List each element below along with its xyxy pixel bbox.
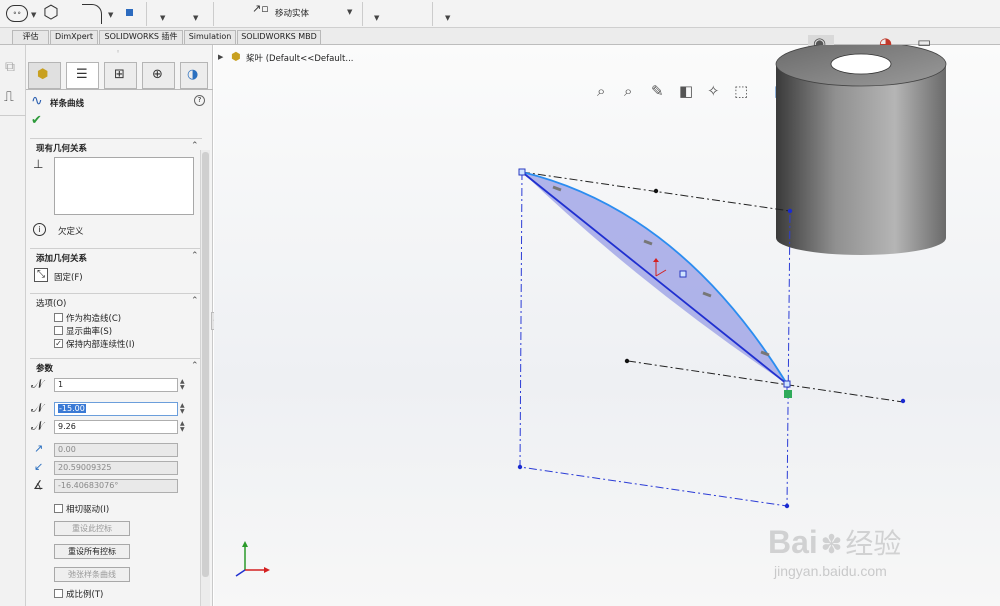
tab-property-manager[interactable]: ☰ [66,62,99,89]
fixed-relation-button[interactable]: 固定(F) [54,271,83,283]
tab-simulation[interactable]: Simulation [184,30,236,44]
tangent-angle-icon: ∡ [33,478,44,492]
relations-listbox[interactable] [54,157,194,215]
paw-icon: ✽ [820,530,843,560]
list-icon: ☰ [76,67,88,82]
tangent-driving-label: 相切驱动(I) [66,505,110,515]
chevron-down-icon[interactable]: ▼ [160,14,165,22]
tangent-driving-checkbox[interactable] [54,504,63,513]
property-manager: ◦ ⬢ ☰ ⊞ ⊕ ◑ ∿ 样条曲线 ? ✔ 现有几何关系 ⌃ ⊥ i 欠定义 … [26,45,213,606]
show-curvature-checkbox[interactable] [54,326,63,335]
existing-relations-section: 现有几何关系 ⌃ ⊥ i 欠定义 [30,138,202,238]
tab-evaluate[interactable]: 评估 [12,30,49,44]
y-coordinate-icon: 𝒩 [31,419,44,434]
move-solid-icon[interactable]: ↗▫ [252,2,269,15]
spline-point-number-icon: 𝒩 [31,377,44,392]
fix-relation-icon[interactable]: ⤡ [34,268,48,282]
fillet-icon[interactable] [82,4,102,24]
tangent-weight-field[interactable]: 0.00 [54,443,178,457]
options-section: 选项(O) ⌃ 作为构造线(C) 显示曲率(S) ✓ 保持内部连续性(I) [30,293,202,350]
internal-continuity-checkbox[interactable]: ✓ [54,339,63,348]
tangent-radius-icon: ↙ [34,460,44,473]
construction-checkbox[interactable] [54,313,63,322]
info-icon: i [33,223,46,236]
move-solid-button[interactable]: 移动实体 [275,7,309,19]
x-coordinate-field[interactable]: -15.00 [54,402,178,416]
collapse-icon[interactable]: ⌃ [191,251,199,261]
command-toolbar: ∘∘ ▼ ⬡ ▼ ▼ ▼ ↗▫ 移动实体 ▼ ▼ ▼ [0,0,1000,28]
watermark-brand-cn: 经验 [845,527,902,560]
collapse-icon[interactable]: ⌃ [191,141,199,151]
command-tabs: 评估 DimXpert SOLIDWORKS 插件 Simulation SOL… [0,28,1000,45]
display-icon: ◑ [187,67,199,82]
tab-addins[interactable]: SOLIDWORKS 插件 [99,30,183,44]
tab-dimxpert[interactable]: DimXpert [50,30,98,44]
chevron-down-icon[interactable]: ▼ [374,14,379,22]
panel-scrollbar[interactable] [200,150,210,606]
crosshair-icon: ⊕ [152,67,163,82]
chevron-down-icon[interactable]: ▼ [347,8,352,16]
spinner-icon[interactable]: ▲ ▼ [180,421,185,433]
reset-all-handles-button[interactable]: 重设所有控标 [54,544,130,559]
proportional-label: 成比例(T) [66,590,104,600]
section-title: 添加几何关系 [36,254,88,264]
tangent-radius-field[interactable]: 20.59009325 [54,461,178,475]
sketch-profile-icon[interactable]: ⎍ [4,89,14,105]
help-icon[interactable]: ? [194,95,205,106]
x-coordinate-icon: 𝒩 [31,401,44,416]
triad-axes-icon [235,541,270,577]
x-value: -15.00 [58,404,86,413]
tangent-angle-field[interactable]: -16.40683076° [54,479,178,493]
tab-mbd[interactable]: SOLIDWORKS MBD [237,30,321,44]
status-text: 欠定义 [58,227,84,237]
y-coordinate-field[interactable]: 9.26 [54,420,178,434]
section-title: 参数 [36,364,54,374]
chevron-down-icon[interactable]: ▼ [445,14,450,22]
point-number-field[interactable]: 1 [54,378,178,392]
sketch-tools-strip: ⧉ ⎍ [0,45,26,606]
square-icon[interactable] [126,9,133,16]
cylinder-body [775,45,947,255]
chevron-down-icon[interactable]: ▼ [108,11,113,19]
option-label: 作为构造线(C) [66,314,122,324]
graphics-area[interactable]: ▶ ⬢ 桨叶 (Default<<Default... ⌕ ⌕ ✎ ◧ ✧ ⬚ … [214,33,1000,606]
add-relations-section: 添加几何关系 ⌃ ⤡ 固定(F) [30,248,202,288]
relations-icon[interactable]: ⧉ [5,59,15,75]
watermark-logo: Bai ✽ 经验 [768,522,901,562]
spline-profile[interactable] [521,171,788,394]
collapse-icon[interactable]: ⌃ [191,361,199,371]
chain-link-icon[interactable]: ∘∘ [6,5,28,22]
tangent-weight-icon: ↗ [34,442,44,455]
parameters-section: 参数 ⌃ 𝒩 1 ▲ ▼ 𝒩 -15.00 ▲ ▼ 𝒩 9.26 ▲ ▼ ↗ 0.00… [30,358,202,606]
tab-display-manager[interactable]: ◑ [180,62,208,89]
section-title: 现有几何关系 [36,144,88,154]
collapse-icon[interactable]: ⌃ [191,296,199,306]
config-icon: ⊞ [114,67,125,82]
watermark-url: jingyan.baidu.com [774,563,887,579]
tab-configuration-manager[interactable]: ⊞ [104,62,137,89]
spinner-icon[interactable]: ▲ ▼ [180,403,185,415]
option-label: 显示曲率(S) [66,327,113,337]
reset-this-handle-button[interactable]: 重设此控标 [54,521,130,536]
section-title: 选项(O) [36,299,67,309]
hexagon-icon[interactable]: ⬡ [43,4,59,22]
tab-dimxpert-manager[interactable]: ⊕ [142,62,175,89]
relation-perpendicular-icon: ⊥ [33,157,44,171]
chevron-down-icon[interactable]: ▼ [31,11,36,19]
relax-spline-button[interactable]: 弛张样条曲线 [54,567,130,582]
option-label: 保持内部连续性(I) [66,340,135,350]
panel-title: 样条曲线 [50,99,85,109]
proportional-checkbox[interactable] [54,589,63,598]
tab-feature-manager[interactable]: ⬢ [28,62,61,89]
spline-icon: ∿ [31,93,43,109]
watermark-brand-latin: Bai [768,524,818,560]
part-icon: ⬢ [37,67,49,82]
chevron-down-icon[interactable]: ▼ [193,14,198,22]
spinner-icon[interactable]: ▲ ▼ [180,379,185,391]
ok-checkmark-icon[interactable]: ✔ [31,113,42,128]
